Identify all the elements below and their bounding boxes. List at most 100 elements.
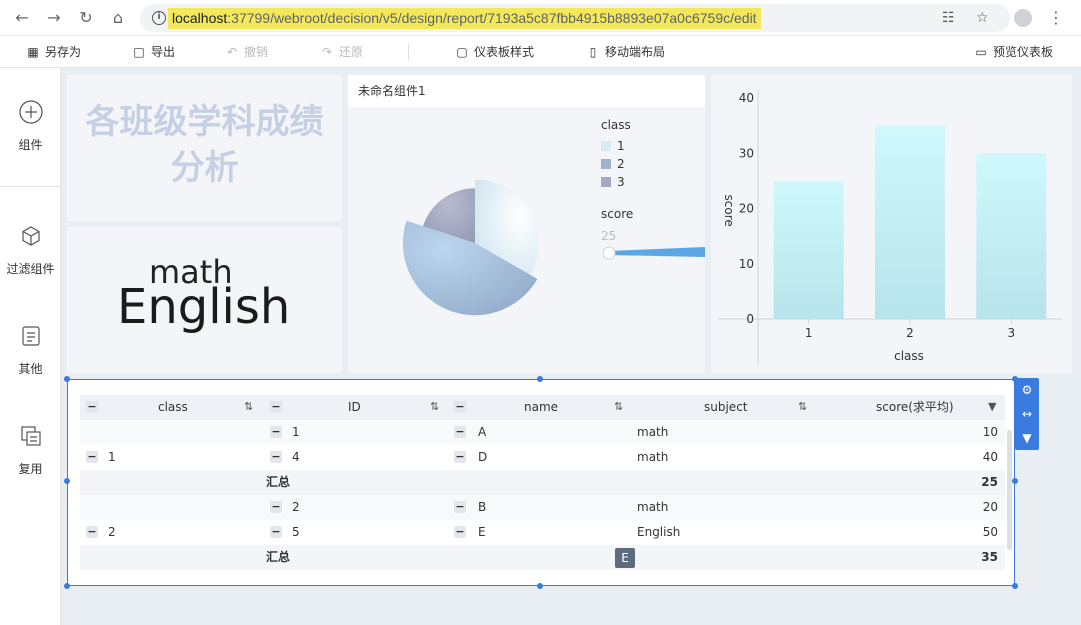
header-class[interactable]: class xyxy=(158,395,188,420)
slider-handle[interactable] xyxy=(602,246,616,260)
sort-icon[interactable]: ⇅ xyxy=(430,400,439,413)
bar-class-3[interactable] xyxy=(976,153,1047,320)
undo-button[interactable]: ↶ 撤销 xyxy=(225,43,268,61)
collapse-icon[interactable]: − xyxy=(270,401,282,413)
header-score[interactable]: score(求平均) xyxy=(876,395,954,420)
resize-handle[interactable] xyxy=(64,583,70,589)
mobile-layout-label: 移动端布局 xyxy=(605,45,666,59)
table-row xyxy=(80,545,1005,570)
forward-icon[interactable]: → xyxy=(44,8,64,28)
dashboard-style-label: 仪表板样式 xyxy=(474,45,535,59)
redo-button[interactable]: ↷ 还原 xyxy=(320,43,363,61)
bar-class-2[interactable] xyxy=(875,125,945,319)
cell-id: 4 xyxy=(292,450,300,464)
collapse-icon[interactable]: − xyxy=(454,401,466,413)
subtotal-value: 35 xyxy=(981,550,998,564)
save-as-button[interactable]: ▦ 另存为 xyxy=(26,43,81,61)
y-tick-label: 30 xyxy=(739,146,754,160)
sort-icon[interactable]: ⇅ xyxy=(798,400,807,413)
dashboard-style-button[interactable]: ▢ 仪表板样式 xyxy=(455,43,534,61)
pie-chart-widget[interactable]: 未命名组件1 class 1 2 3 score 25 xyxy=(348,75,705,373)
title-text: 各班级学科成绩 分析 xyxy=(67,99,342,191)
legend-item[interactable]: 2 xyxy=(601,157,625,171)
header-subject[interactable]: subject xyxy=(704,395,748,420)
legend-size-title: score xyxy=(601,207,634,221)
address-bar[interactable]: i localhost:37799/webroot/decision/v5/de… xyxy=(140,4,1010,32)
cell-id: 2 xyxy=(292,500,300,514)
bar-chart: 0 10 20 30 40 score 1 2 3 class xyxy=(718,90,1062,365)
collapse-icon[interactable]: − xyxy=(270,501,282,513)
x-tick-label: 2 xyxy=(906,326,914,340)
redo-icon: ↷ xyxy=(321,45,333,59)
sort-desc-icon[interactable]: ▼ xyxy=(988,400,996,413)
cell-subject: English xyxy=(637,525,681,539)
collapse-icon[interactable]: − xyxy=(454,451,466,463)
cell-id: 5 xyxy=(292,525,300,539)
collapse-icon[interactable]: − xyxy=(454,426,466,438)
legend-label: 3 xyxy=(617,175,625,189)
y-tick-label: 10 xyxy=(739,257,754,271)
browser-bar: ← → ↻ ⌂ i localhost:37799/webroot/decisi… xyxy=(0,0,1081,36)
mobile-layout-button[interactable]: ▯ 移动端布局 xyxy=(586,43,665,61)
size-legend-slider[interactable] xyxy=(601,245,705,263)
sidebar-item-filter[interactable]: 过滤组件 xyxy=(0,224,61,277)
collapse-icon[interactable]: − xyxy=(270,426,282,438)
settings-gear-icon[interactable]: ⚙ xyxy=(1015,378,1039,402)
title-line-1: 各班级学科成绩 xyxy=(85,102,324,142)
home-icon[interactable]: ⌂ xyxy=(108,8,128,28)
translate-icon[interactable]: ☷ xyxy=(942,10,955,26)
legend-label: 2 xyxy=(617,157,625,171)
legend-item[interactable]: 3 xyxy=(601,175,625,189)
word-cloud-widget[interactable]: math English xyxy=(67,227,342,373)
bar-class-1[interactable] xyxy=(773,180,844,319)
resize-handle[interactable] xyxy=(64,376,70,382)
resize-handle[interactable] xyxy=(537,583,543,589)
header-name[interactable]: name xyxy=(524,395,558,420)
resize-handle[interactable] xyxy=(1012,583,1018,589)
bar-chart-widget[interactable]: 0 10 20 30 40 score 1 2 3 class xyxy=(711,75,1072,373)
sort-icon[interactable]: ⇅ xyxy=(614,400,623,413)
table-row xyxy=(80,420,1005,445)
reload-icon[interactable]: ↻ xyxy=(76,8,96,28)
sidebar-item-reuse[interactable]: 复用 xyxy=(0,424,61,477)
copy-icon xyxy=(20,426,41,446)
cell-id: 1 xyxy=(292,425,300,439)
dropdown-menu-icon[interactable]: ▼ xyxy=(1015,426,1039,450)
resize-handle[interactable] xyxy=(1012,478,1018,484)
info-icon[interactable]: i xyxy=(152,11,166,25)
sidebar-item-other[interactable]: 其他 xyxy=(0,324,61,377)
export-label: 导出 xyxy=(151,45,176,59)
collapse-icon[interactable]: − xyxy=(270,526,282,538)
star-icon[interactable]: ☆ xyxy=(976,10,989,26)
y-axis-title: score xyxy=(722,195,736,227)
sidebar-item-components[interactable]: 组件 xyxy=(0,100,61,153)
resize-handle[interactable] xyxy=(64,478,70,484)
cell-class: 2 xyxy=(108,525,116,539)
expand-width-icon[interactable]: ↔ xyxy=(1015,402,1039,426)
collapse-icon[interactable]: − xyxy=(86,451,98,463)
export-button[interactable]: □ 导出 xyxy=(132,43,175,61)
collapse-icon[interactable]: − xyxy=(86,401,98,413)
title-line-2: 分析 xyxy=(170,148,239,188)
title-text-widget[interactable]: 各班级学科成绩 分析 xyxy=(67,75,342,221)
detail-table-widget[interactable]: − class ⇅ − ID ⇅ − name ⇅ subject ⇅ scor… xyxy=(67,379,1015,586)
collapse-icon[interactable]: − xyxy=(454,526,466,538)
menu-dots-icon[interactable]: ⋮ xyxy=(1046,8,1066,28)
profile-avatar-icon[interactable] xyxy=(1014,9,1032,27)
table-scrollbar[interactable] xyxy=(1007,430,1012,550)
pie-widget-title: 未命名组件1 xyxy=(348,75,705,107)
sort-icon[interactable]: ⇅ xyxy=(244,400,253,413)
collapse-icon[interactable]: − xyxy=(86,526,98,538)
designer-toolbar: ▦ 另存为 □ 导出 ↶ 撤销 ↷ 还原 ▢ 仪表板样式 ▯ 移动端布局 ▭ 预览仪表板 xyxy=(0,36,1081,68)
resize-handle[interactable] xyxy=(537,376,543,382)
url-text[interactable]: localhost:37799/webroot/decision/v5/desi… xyxy=(168,8,761,29)
legend-size-min: 25 xyxy=(601,229,617,243)
collapse-icon[interactable]: − xyxy=(454,501,466,513)
collapse-icon[interactable]: − xyxy=(270,451,282,463)
back-icon[interactable]: ← xyxy=(12,8,32,28)
preview-dashboard-button[interactable]: ▭ 预览仪表板 xyxy=(974,43,1053,61)
legend-item[interactable]: 1 xyxy=(601,139,625,153)
header-id[interactable]: ID xyxy=(348,395,361,420)
x-axis-title: class xyxy=(894,349,924,363)
url-path: :37799/webroot/decision/v5/design/report… xyxy=(227,10,757,26)
